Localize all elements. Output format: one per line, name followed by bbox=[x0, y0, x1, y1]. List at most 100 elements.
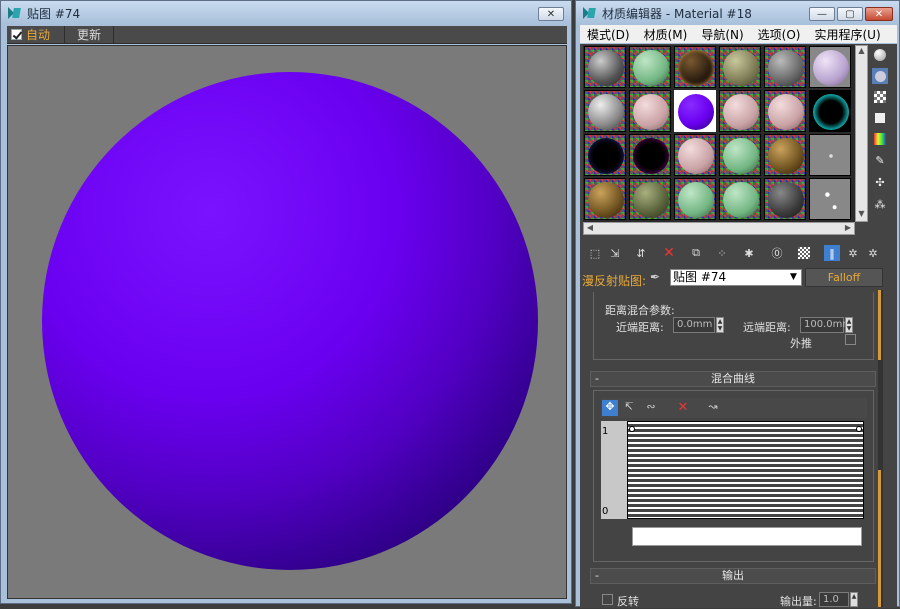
output-rollout-header[interactable]: - 输出 bbox=[590, 568, 876, 584]
invert-checkbox[interactable] bbox=[602, 594, 613, 605]
close-button[interactable]: ✕ bbox=[865, 7, 893, 21]
sample-slot[interactable] bbox=[719, 134, 761, 176]
sample-slot[interactable] bbox=[809, 90, 851, 132]
background-icon[interactable] bbox=[872, 89, 888, 105]
far-distance-spinner[interactable]: ▲ ▼ bbox=[845, 317, 853, 333]
mix-curve-title: 混合曲线 bbox=[711, 372, 755, 385]
curve-graph[interactable] bbox=[627, 421, 864, 519]
map-viewer-titlebar[interactable]: 贴图 #74 ✕ bbox=[1, 1, 571, 25]
far-distance-label: 远端距离: bbox=[743, 321, 791, 334]
map-preview-area bbox=[7, 45, 567, 599]
menu-utilities[interactable]: 实用程序(U) bbox=[807, 26, 887, 43]
sample-slot[interactable] bbox=[674, 178, 716, 220]
menu-navigation[interactable]: 导航(N) bbox=[694, 26, 750, 43]
material-editor-title: 材质编辑器 - Material #18 bbox=[602, 6, 752, 21]
put-to-library-icon[interactable]: ✱ bbox=[741, 245, 757, 261]
sample-slot[interactable] bbox=[584, 178, 626, 220]
mix-curve-rollout-header[interactable]: - 混合曲线 bbox=[590, 371, 876, 387]
gradient-preview-bar bbox=[632, 527, 862, 546]
sample-slot[interactable] bbox=[674, 46, 716, 88]
scale-point-icon[interactable]: ↸ bbox=[621, 400, 637, 416]
assign-to-selection-icon[interactable]: ⇵ bbox=[633, 245, 649, 261]
output-amount-spinner[interactable]: ▲ bbox=[850, 592, 858, 607]
panel-scrollbar[interactable] bbox=[878, 290, 883, 607]
app-logo-icon bbox=[7, 6, 21, 20]
video-color-check-icon[interactable] bbox=[872, 131, 888, 147]
delete-icon[interactable]: ✕ bbox=[661, 245, 677, 261]
menu-material[interactable]: 材质(M) bbox=[637, 26, 695, 43]
distance-blend-title: 距离混合参数: bbox=[605, 304, 675, 317]
sample-slot[interactable] bbox=[809, 178, 851, 220]
auto-checkbox[interactable] bbox=[11, 29, 22, 40]
menu-mode[interactable]: 模式(D) bbox=[580, 26, 637, 43]
map-type-button[interactable]: Falloff bbox=[805, 268, 883, 287]
auto-label: 自动 bbox=[26, 28, 51, 42]
near-distance-field[interactable]: 0.0mm bbox=[673, 317, 715, 333]
options-icon[interactable]: ✣ bbox=[872, 174, 888, 190]
update-button[interactable]: 更新 bbox=[64, 26, 115, 43]
put-to-scene-icon[interactable]: ⇲ bbox=[607, 245, 623, 261]
sample-slot[interactable] bbox=[764, 46, 806, 88]
backlight-icon[interactable] bbox=[872, 68, 888, 84]
sample-slot[interactable] bbox=[719, 178, 761, 220]
sample-slot[interactable] bbox=[809, 134, 851, 176]
sample-slot[interactable] bbox=[629, 178, 671, 220]
move-point-icon[interactable]: ✥ bbox=[602, 400, 618, 416]
go-to-parent-icon[interactable]: ✲ bbox=[845, 245, 861, 261]
go-forward-sibling-icon[interactable]: ✲ bbox=[865, 245, 881, 261]
select-by-material-icon[interactable]: ⁂ bbox=[872, 196, 888, 212]
make-unique-icon[interactable]: ⁘ bbox=[714, 245, 730, 261]
curve-axis: 1 0 bbox=[601, 421, 627, 519]
scroll-left-icon[interactable]: ◀ bbox=[584, 223, 596, 232]
sample-slot[interactable] bbox=[674, 134, 716, 176]
slots-horizontal-scrollbar[interactable]: ◀ ▶ bbox=[583, 222, 855, 235]
sample-slot-active[interactable] bbox=[674, 90, 716, 132]
sample-slots-area bbox=[583, 45, 855, 222]
sample-slot[interactable] bbox=[584, 90, 626, 132]
curve-end-point[interactable] bbox=[856, 426, 862, 432]
sample-uv-icon[interactable] bbox=[872, 110, 888, 126]
material-id-icon[interactable]: ⓪ bbox=[769, 245, 785, 261]
show-map-icon[interactable] bbox=[796, 245, 812, 261]
show-end-result-icon[interactable]: ‖ bbox=[824, 245, 840, 261]
output-amount-field[interactable]: 1.0 bbox=[819, 592, 849, 607]
curve-toolbar: ✥ ↸ ∾ ✕ ↝ bbox=[601, 398, 867, 418]
close-button[interactable]: ✕ bbox=[538, 7, 564, 21]
near-distance-spinner[interactable]: ▲ ▼ bbox=[716, 317, 724, 333]
map-viewer-window: 贴图 #74 ✕ 自动 更新 bbox=[0, 0, 572, 604]
extrapolate-checkbox[interactable] bbox=[845, 334, 856, 345]
sample-slot[interactable] bbox=[629, 134, 671, 176]
scroll-up-icon[interactable]: ▲ bbox=[856, 46, 867, 58]
maximize-button[interactable]: ▢ bbox=[837, 7, 863, 21]
curve-start-point[interactable] bbox=[629, 426, 635, 432]
eyedropper-icon[interactable]: ✒ bbox=[650, 270, 664, 284]
menu-options[interactable]: 选项(O) bbox=[751, 26, 808, 43]
map-name-dropdown[interactable]: 贴图 #74 ▼ bbox=[670, 269, 802, 286]
sample-slot[interactable] bbox=[719, 90, 761, 132]
delete-point-icon[interactable]: ✕ bbox=[675, 400, 691, 416]
scroll-right-icon[interactable]: ▶ bbox=[842, 223, 854, 232]
sample-slot[interactable] bbox=[764, 134, 806, 176]
sample-slot[interactable] bbox=[809, 46, 851, 88]
map-row-label: 漫反射贴图: bbox=[582, 274, 647, 288]
sample-slot[interactable] bbox=[719, 46, 761, 88]
scroll-down-icon[interactable]: ▼ bbox=[856, 209, 867, 221]
sample-slot[interactable] bbox=[764, 90, 806, 132]
material-editor-titlebar[interactable]: 材质编辑器 - Material #18 — ▢ ✕ bbox=[576, 1, 899, 25]
sample-slot[interactable] bbox=[629, 46, 671, 88]
insert-point-icon[interactable]: ∾ bbox=[643, 400, 659, 416]
reset-curve-icon[interactable]: ↝ bbox=[705, 400, 721, 416]
sample-slot[interactable] bbox=[584, 46, 626, 88]
make-preview-icon[interactable]: ✎ bbox=[872, 152, 888, 168]
get-material-icon[interactable]: ⬚ bbox=[587, 245, 603, 261]
curve-y-bottom: 0 bbox=[602, 506, 609, 517]
copy-material-icon[interactable]: ⧉ bbox=[688, 245, 704, 261]
minimize-button[interactable]: — bbox=[809, 7, 835, 21]
sample-slot[interactable] bbox=[764, 178, 806, 220]
sample-slot[interactable] bbox=[584, 134, 626, 176]
sample-type-icon[interactable] bbox=[872, 47, 888, 63]
far-distance-field[interactable]: 100.0mm bbox=[800, 317, 852, 333]
slots-vertical-scrollbar[interactable]: ▲ ▼ bbox=[855, 45, 868, 222]
chevron-down-icon: ▼ bbox=[790, 272, 797, 282]
sample-slot[interactable] bbox=[629, 90, 671, 132]
